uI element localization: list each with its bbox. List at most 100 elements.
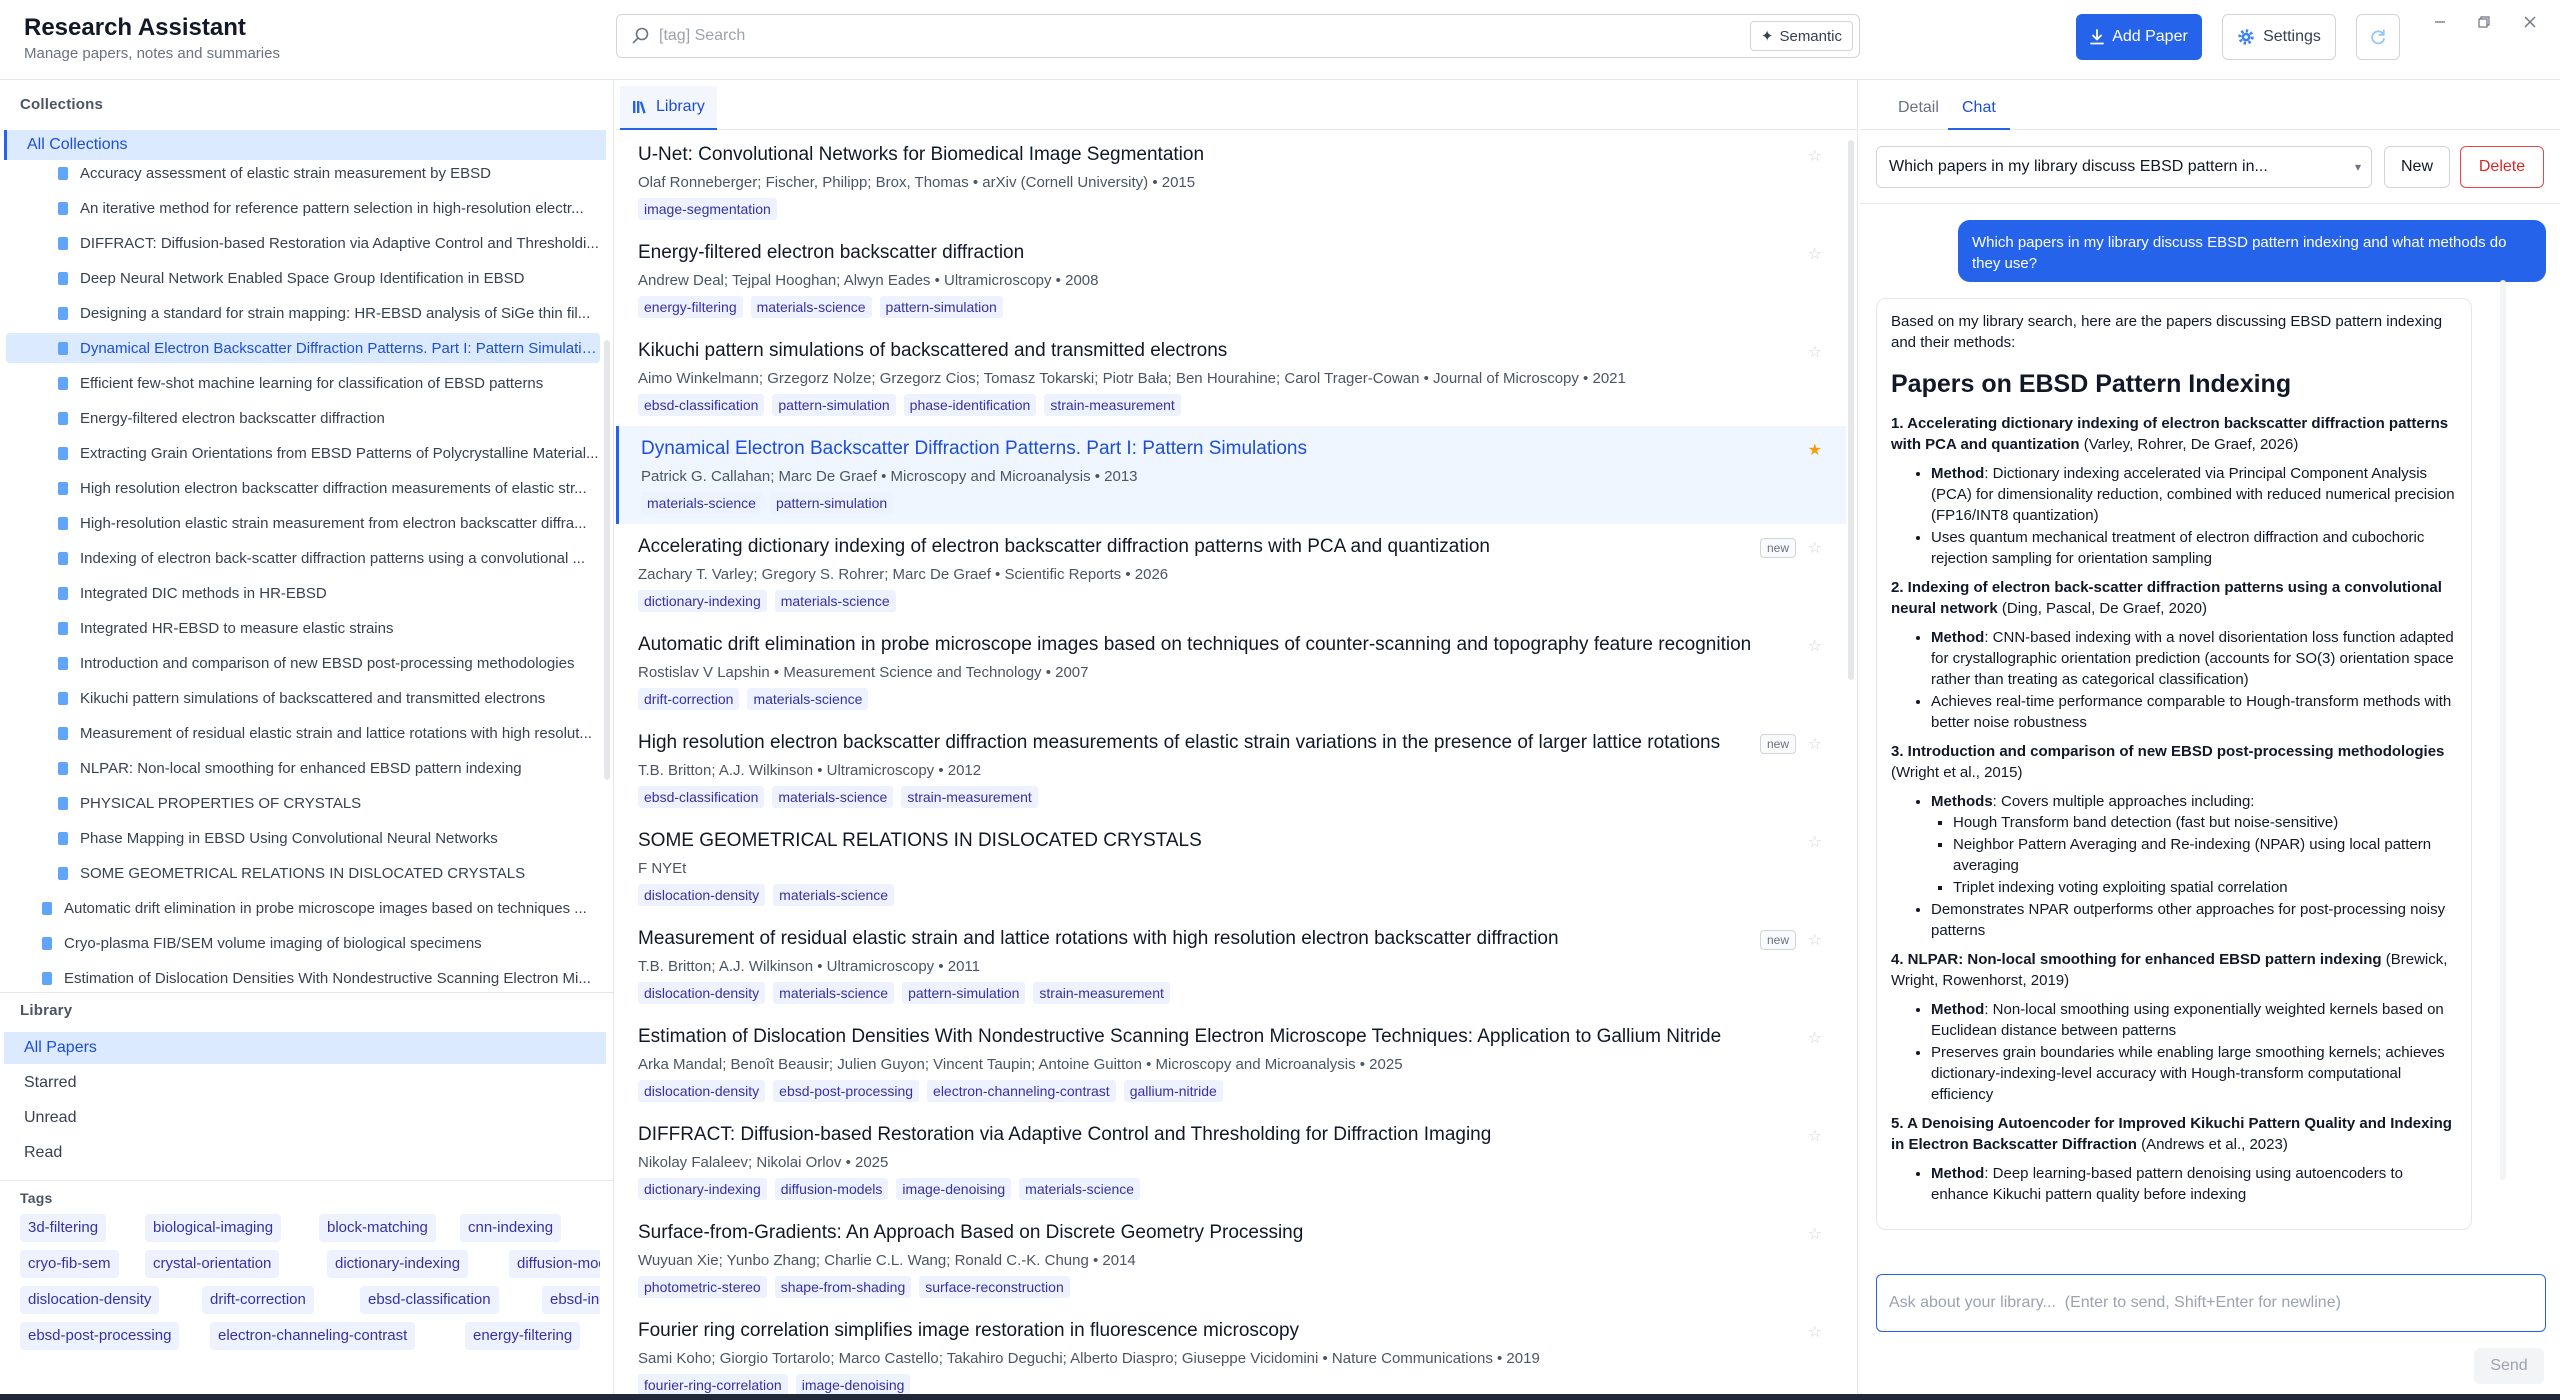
star-outline-icon[interactable]: ☆	[1808, 538, 1822, 558]
paper-title[interactable]: High resolution electron backscatter dif…	[638, 732, 1720, 754]
paper-tag[interactable]: dislocation-density	[638, 1080, 766, 1102]
paper-tag[interactable]: materials-science	[1019, 1178, 1141, 1200]
library-filter-unread[interactable]: Unread	[4, 1102, 606, 1134]
all-collections-item[interactable]: All Collections	[4, 130, 606, 160]
paper-row[interactable]: Surface-from-Gradients: An Approach Base…	[616, 1210, 1846, 1308]
tag-chip[interactable]: ebsd-indexing	[542, 1286, 600, 1314]
tag-chip[interactable]: electron-channeling-contrast	[210, 1322, 416, 1350]
collections-scrollbar[interactable]	[604, 340, 610, 780]
collection-item[interactable]: High-resolution elastic strain measureme…	[6, 508, 600, 538]
paper-row[interactable]: SOME GEOMETRICAL RELATIONS IN DISLOCATED…	[616, 818, 1846, 916]
paper-title[interactable]: U-Net: Convolutional Networks for Biomed…	[638, 144, 1204, 166]
close-window-button[interactable]	[2518, 10, 2542, 34]
chat-scrollbar[interactable]	[2500, 280, 2506, 1180]
tag-chip[interactable]: biological-imaging	[145, 1214, 282, 1242]
paper-row[interactable]: Measurement of residual elastic strain a…	[616, 916, 1846, 1014]
paper-tag[interactable]: pattern-simulation	[769, 492, 894, 514]
collection-item[interactable]: Phase Mapping in EBSD Using Convolutiona…	[6, 823, 600, 853]
paper-row[interactable]: Fourier ring correlation simplifies imag…	[616, 1308, 1846, 1394]
paper-tag[interactable]: diffusion-models	[774, 1178, 889, 1200]
paper-title[interactable]: Surface-from-Gradients: An Approach Base…	[638, 1222, 1303, 1244]
paper-row[interactable]: Energy-filtered electron backscatter dif…	[616, 230, 1846, 328]
collection-item[interactable]: Introduction and comparison of new EBSD …	[6, 648, 600, 678]
star-outline-icon[interactable]: ☆	[1808, 734, 1822, 754]
tab-chat[interactable]: Chat	[1948, 86, 2010, 130]
tag-chip[interactable]: cryo-fib-sem	[20, 1250, 119, 1278]
paper-tag[interactable]: ebsd-classification	[638, 394, 765, 416]
paper-tag[interactable]: fourier-ring-correlation	[638, 1374, 788, 1394]
star-outline-icon[interactable]: ☆	[1808, 342, 1822, 362]
collection-item[interactable]: Automatic drift elimination in probe mic…	[6, 893, 600, 923]
collection-item[interactable]: Indexing of electron back-scatter diffra…	[6, 543, 600, 573]
collection-item[interactable]: Designing a standard for strain mapping:…	[6, 298, 600, 328]
paper-tag[interactable]: energy-filtering	[638, 296, 743, 318]
library-filter-read[interactable]: Read	[4, 1137, 606, 1169]
paper-tag[interactable]: pattern-simulation	[902, 982, 1026, 1004]
paper-title[interactable]: DIFFRACT: Diffusion-based Restoration vi…	[638, 1124, 1491, 1146]
paper-tag[interactable]: materials-science	[773, 884, 895, 906]
search-box[interactable]: ✦ Semantic	[616, 14, 1860, 58]
star-filled-icon[interactable]: ★	[1808, 440, 1822, 460]
paper-tag[interactable]: photometric-stereo	[638, 1276, 767, 1298]
paper-tag[interactable]: phase-identification	[903, 394, 1037, 416]
refresh-button[interactable]	[2356, 14, 2400, 60]
paper-tag[interactable]: drift-correction	[638, 688, 740, 710]
paper-tag[interactable]: surface-reconstruction	[919, 1276, 1070, 1298]
add-paper-button[interactable]: Add Paper	[2076, 14, 2202, 60]
collection-item[interactable]: Estimation of Dislocation Densities With…	[6, 963, 600, 986]
paper-tag[interactable]: gallium-nitride	[1123, 1080, 1223, 1102]
semantic-search-toggle[interactable]: ✦ Semantic	[1749, 21, 1853, 51]
collection-item[interactable]: Deep Neural Network Enabled Space Group …	[6, 263, 600, 293]
paper-tag[interactable]: electron-channeling-contrast	[927, 1080, 1116, 1102]
tab-library[interactable]: Library	[620, 86, 717, 130]
paper-tag[interactable]: strain-measurement	[1033, 982, 1170, 1004]
restore-window-button[interactable]	[2472, 10, 2496, 34]
paper-row[interactable]: High resolution electron backscatter dif…	[616, 720, 1846, 818]
collection-item[interactable]: Cryo-plasma FIB/SEM volume imaging of bi…	[6, 928, 600, 958]
paper-title[interactable]: Measurement of residual elastic strain a…	[638, 928, 1559, 950]
tab-detail[interactable]: Detail	[1884, 86, 1953, 130]
star-outline-icon[interactable]: ☆	[1808, 1126, 1822, 1146]
paper-tag[interactable]: dictionary-indexing	[638, 590, 767, 612]
star-outline-icon[interactable]: ☆	[1808, 146, 1822, 166]
tag-chip[interactable]: cnn-indexing	[460, 1214, 562, 1242]
paper-row[interactable]: Dynamical Electron Backscatter Diffracti…	[616, 426, 1846, 524]
collection-item[interactable]: Kikuchi pattern simulations of backscatt…	[6, 683, 600, 713]
paper-tag[interactable]: dictionary-indexing	[638, 1178, 767, 1200]
chat-input[interactable]	[1876, 1274, 2546, 1332]
collection-item[interactable]: Efficient few-shot machine learning for …	[6, 368, 600, 398]
paper-title[interactable]: Automatic drift elimination in probe mic…	[638, 634, 1751, 656]
paper-tag[interactable]: ebsd-classification	[638, 786, 765, 808]
collection-item[interactable]: Integrated DIC methods in HR-EBSD	[6, 578, 600, 608]
collection-item[interactable]: Accuracy assessment of elastic strain me…	[6, 162, 600, 188]
paper-tag[interactable]: materials-science	[747, 688, 869, 710]
collection-item[interactable]: DIFFRACT: Diffusion-based Restoration vi…	[6, 228, 600, 258]
paper-row[interactable]: Kikuchi pattern simulations of backscatt…	[616, 328, 1846, 426]
collection-item[interactable]: Extracting Grain Orientations from EBSD …	[6, 438, 600, 468]
paper-tag[interactable]: dislocation-density	[638, 884, 766, 906]
paper-title[interactable]: Accelerating dictionary indexing of elec…	[638, 536, 1490, 558]
paper-title[interactable]: Estimation of Dislocation Densities With…	[638, 1026, 1721, 1048]
collection-item[interactable]: Integrated HR-EBSD to measure elastic st…	[6, 613, 600, 643]
paper-tag[interactable]: strain-measurement	[1044, 394, 1181, 416]
search-input[interactable]	[659, 21, 1659, 51]
star-outline-icon[interactable]: ☆	[1808, 930, 1822, 950]
paper-title[interactable]: Fourier ring correlation simplifies imag…	[638, 1320, 1299, 1342]
paper-tag[interactable]: image-segmentation	[638, 198, 777, 220]
tag-chip[interactable]: ebsd-classification	[360, 1286, 499, 1314]
send-button[interactable]: Send	[2474, 1348, 2544, 1384]
settings-button[interactable]: Settings	[2222, 14, 2336, 60]
paper-tag[interactable]: strain-measurement	[901, 786, 1038, 808]
collection-item[interactable]: PHYSICAL PROPERTIES OF CRYSTALS	[6, 788, 600, 818]
star-outline-icon[interactable]: ☆	[1808, 1224, 1822, 1244]
collection-item[interactable]: NLPAR: Non-local smoothing for enhanced …	[6, 753, 600, 783]
paper-title[interactable]: SOME GEOMETRICAL RELATIONS IN DISLOCATED…	[638, 830, 1202, 852]
star-outline-icon[interactable]: ☆	[1808, 1028, 1822, 1048]
paper-tag[interactable]: materials-science	[641, 492, 762, 514]
tag-chip[interactable]: drift-correction	[202, 1286, 314, 1314]
paper-tag[interactable]: image-denoising	[896, 1178, 1012, 1200]
collection-item[interactable]: Energy-filtered electron backscatter dif…	[6, 403, 600, 433]
paper-tag[interactable]: materials-science	[774, 590, 896, 612]
paper-tag[interactable]: materials-science	[750, 296, 872, 318]
tag-chip[interactable]: ebsd-post-processing	[20, 1322, 180, 1350]
